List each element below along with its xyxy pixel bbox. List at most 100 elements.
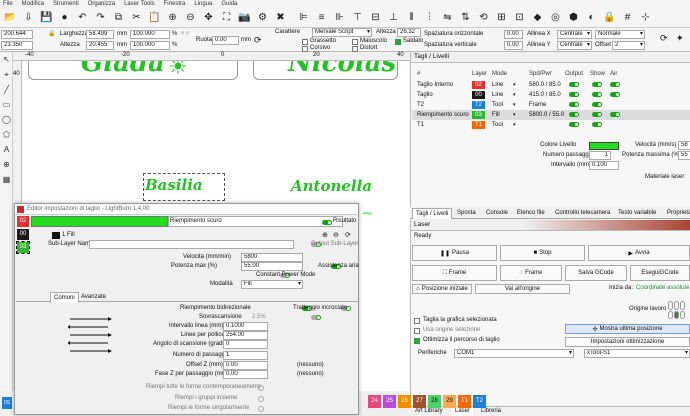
dialog-layer-item[interactable]: 00 — [17, 229, 29, 240]
apply-icon[interactable]: ⟳ — [660, 34, 668, 43]
cut-selected-checkbox[interactable] — [414, 318, 420, 324]
cut-icon[interactable]: ✂ — [128, 9, 145, 26]
scale-height-input[interactable]: 100.000 — [130, 41, 170, 50]
tab-variable-text[interactable]: Testo variabile — [615, 208, 659, 218]
overscan-value[interactable]: 2.5% — [252, 313, 266, 322]
mode-dropdown-icon[interactable]: ▾ — [513, 90, 516, 100]
redo-icon[interactable]: ↷ — [92, 9, 109, 26]
pause-button[interactable]: ❚❚ Pausa — [412, 245, 497, 261]
layer-row[interactable]: Taglio 00 Line ▾ 415.0 / 85.0 — [412, 90, 690, 100]
refresh-icon[interactable]: ⟳ — [345, 231, 351, 240]
grid-icon[interactable]: # — [619, 9, 636, 26]
lpi-input[interactable]: 254.00 — [223, 331, 268, 340]
weld-icon[interactable]: ⬢ — [565, 9, 582, 26]
port-select[interactable]: COM1 — [454, 349, 574, 358]
palette-swatch[interactable]: 24 — [368, 395, 381, 408]
menu-file[interactable]: File — [3, 1, 13, 7]
edit-nodes-icon[interactable]: ⌖ — [0, 67, 13, 82]
open-icon[interactable]: 📂 — [2, 9, 19, 26]
stop-button[interactable]: ■ Stop — [500, 245, 585, 261]
align-top-icon[interactable]: ⊤ — [349, 9, 366, 26]
layer-color-bar[interactable] — [31, 216, 168, 227]
distribute-v-icon[interactable]: ⫶ — [421, 9, 438, 26]
menu-lingua[interactable]: Lingua — [194, 1, 212, 7]
align-x-select[interactable]: Centrale — [557, 30, 592, 39]
max-power-input[interactable]: 55 — [678, 151, 690, 160]
mode-dropdown-icon[interactable]: ▾ — [513, 100, 516, 110]
result-toggle[interactable] — [322, 220, 332, 225]
palette-swatch[interactable]: T1 — [458, 395, 471, 408]
font-select[interactable]: Mervale Script — [312, 28, 372, 37]
measure-tool-icon[interactable]: ▦ — [0, 172, 13, 187]
palette-swatch[interactable]: T2 — [473, 395, 486, 408]
height-input[interactable]: 20.455 — [86, 41, 114, 50]
frame-button[interactable]: ⛶ Frame — [412, 265, 497, 281]
layer-color-swatch[interactable] — [589, 142, 619, 150]
menu-strumenti[interactable]: Strumenti — [53, 1, 79, 7]
copy-icon[interactable]: ⧉ — [110, 9, 127, 26]
welded-checkbox[interactable] — [395, 39, 401, 45]
settings-icon[interactable]: ⚙ — [254, 9, 271, 26]
uppercase-checkbox[interactable] — [352, 39, 358, 45]
rectangle-tool-icon[interactable]: ▭ — [0, 97, 13, 112]
z-offset-input[interactable]: 0.00 — [223, 361, 268, 370]
layer-row-mode[interactable]: Line — [492, 80, 503, 90]
array-icon[interactable]: ⊡ — [511, 9, 528, 26]
mirror-h-icon[interactable]: ⇋ — [439, 9, 456, 26]
arrange-icon[interactable]: ⊞ — [493, 9, 510, 26]
use-selection-origin-checkbox[interactable] — [414, 328, 420, 334]
x-position-input[interactable]: 200.644 — [1, 30, 33, 39]
device-select[interactable]: xTool-S1 — [584, 349, 690, 358]
save-gcode-button[interactable]: Salva GCode — [565, 265, 627, 281]
layer-row[interactable]: T2 T2 Tool ▾ Frame — [412, 100, 690, 110]
paste-icon[interactable]: 📋 — [146, 9, 163, 26]
y-position-input[interactable]: 23.350 — [1, 41, 33, 50]
mirror-v-icon[interactable]: ⇅ — [457, 9, 474, 26]
go-to-origin-button[interactable]: Vai all'origine — [475, 284, 570, 294]
line-interval-input[interactable]: 0.1000 — [223, 322, 268, 331]
fill-all-radio[interactable] — [258, 385, 264, 391]
tab-files[interactable]: Elenco file — [514, 208, 548, 218]
layer-row[interactable]: T1 T1 Tool ▾ — [412, 120, 690, 130]
rotate-input[interactable]: 0.00 — [212, 36, 239, 45]
line-tool-icon[interactable]: ╱ — [0, 82, 13, 97]
ellipse-tool-icon[interactable]: ◯ — [0, 112, 13, 127]
name-text[interactable]: Antonella — [291, 177, 372, 195]
dialog-layer-item[interactable]: 02 — [17, 216, 29, 227]
vspacing-input[interactable]: 0.00 — [504, 41, 523, 50]
tab-advanced[interactable]: Avanzate — [78, 292, 109, 302]
palette-swatch[interactable]: 25 — [383, 395, 396, 408]
palette-swatch[interactable]: 28 — [428, 395, 441, 408]
align-center-icon[interactable]: ≡ — [313, 9, 330, 26]
sublayer-name-input[interactable] — [89, 240, 294, 249]
layer-row-mode[interactable]: Tool — [492, 120, 503, 130]
mode-select[interactable]: Fill — [241, 280, 303, 289]
rotate-icon[interactable]: ⟲ — [475, 9, 492, 26]
run-gcode-button[interactable]: EseguiGCode — [630, 265, 690, 281]
offset-icon[interactable]: ◎ — [547, 9, 564, 26]
tab-common[interactable]: Comuni — [50, 292, 79, 303]
tab-console[interactable]: Console — [483, 208, 511, 218]
overscan-toggle[interactable] — [310, 315, 321, 320]
save-icon[interactable]: 💾 — [38, 9, 55, 26]
camera-icon[interactable]: 📷 — [236, 9, 253, 26]
layer-row-mode[interactable]: Tool — [492, 100, 503, 110]
align-middle-icon[interactable]: ⊟ — [367, 9, 384, 26]
open-file-icon[interactable]: ● — [56, 9, 73, 26]
text-height-input[interactable]: 26.32 — [397, 28, 421, 37]
palette-swatch[interactable]: 29 — [443, 395, 456, 408]
lock-icon[interactable]: 🔒 — [601, 9, 618, 26]
optimize-checkbox[interactable] — [414, 338, 420, 344]
tools-icon[interactable]: ✖ — [272, 9, 289, 26]
align-right-icon[interactable]: ⊪ — [331, 9, 348, 26]
layer-row-mode[interactable]: Fill — [492, 110, 500, 120]
undo-icon[interactable]: ↶ — [74, 9, 91, 26]
tab-layers[interactable]: Tagli / Livelli — [412, 208, 453, 219]
menu-organizza[interactable]: Organizza — [88, 1, 115, 7]
selection-box[interactable] — [143, 173, 225, 201]
scan-angle-input[interactable]: 0 — [223, 340, 268, 349]
power-input[interactable]: 55.00 — [241, 262, 303, 271]
hspacing-input[interactable]: 0.00 — [504, 30, 523, 39]
speed-input[interactable]: 5800 — [241, 253, 303, 262]
bold-checkbox[interactable] — [302, 39, 308, 45]
